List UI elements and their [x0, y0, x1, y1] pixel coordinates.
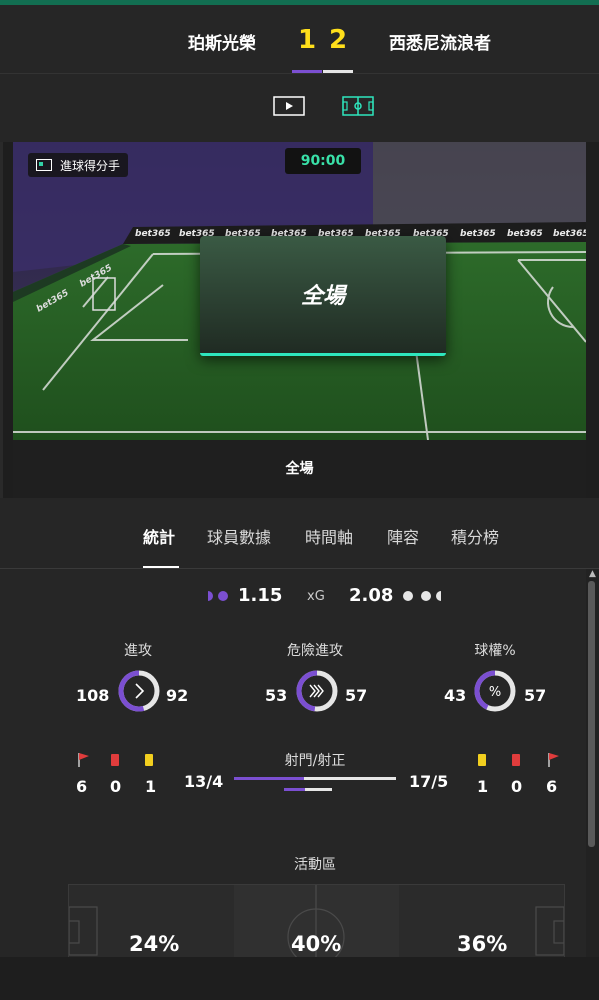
tab-lineup[interactable]: 陣容 — [387, 524, 419, 548]
xg-home-dot-partial — [208, 591, 213, 601]
overlay-title: 全場 — [300, 284, 345, 309]
attacks-away: 92 — [166, 686, 189, 705]
shots-home: 13/4 — [184, 772, 224, 791]
shots-label: 射門/射正 — [284, 753, 346, 769]
dangerous-attacks-away: 57 — [345, 686, 368, 705]
away-team-name[interactable]: 西悉尼流浪者 — [389, 29, 491, 54]
board-ad: bet365 — [553, 229, 586, 239]
media-toggle-bar — [0, 74, 599, 142]
home-red-cards: 0 — [110, 777, 122, 796]
goalscorer-icon — [36, 159, 52, 171]
xg-home: 1.15 — [238, 585, 283, 606]
activity-middle-pct: 40% — [291, 932, 342, 956]
overlay-accent — [200, 353, 446, 356]
shots-on-target-home-fill — [284, 788, 306, 791]
tab-timeline[interactable]: 時間軸 — [305, 524, 353, 548]
activity-home-pct: 24% — [129, 932, 180, 956]
activity-away-pct: 36% — [457, 932, 508, 956]
red-card-icon — [111, 754, 119, 766]
scrollbar-thumb[interactable] — [588, 581, 595, 847]
dangerous-attacks-ring — [296, 670, 338, 712]
corner-flag-icon — [78, 753, 89, 767]
video-play-icon[interactable] — [273, 96, 305, 116]
xg-away: 2.08 — [349, 585, 394, 606]
xg-away-dot-partial — [436, 591, 441, 601]
away-red-cards: 0 — [511, 777, 523, 796]
board-ad: bet365 — [507, 229, 543, 239]
home-team-name[interactable]: 珀斯光榮 — [188, 29, 256, 54]
dangerous-attacks-home: 53 — [265, 686, 288, 705]
status-caption: 全場 — [13, 440, 586, 498]
home-score: 1 — [298, 25, 317, 55]
stats-scrollbar[interactable]: ▲ — [586, 569, 599, 957]
scoreboard-header: 珀斯光榮 1 2 西悉尼流浪者 — [0, 5, 599, 73]
dangerous-attacks-label: 危險進攻 — [287, 643, 343, 659]
triple-chevron-icon — [309, 684, 324, 698]
home-yellow-cards: 1 — [145, 777, 157, 796]
shots-on-target-bar — [284, 788, 332, 791]
possession-label: 球權% — [474, 643, 516, 659]
attacks-label: 進攻 — [124, 643, 152, 659]
home-corners: 6 — [76, 777, 88, 796]
bottom-strip — [0, 957, 599, 1000]
possession-ring: % — [474, 670, 516, 712]
xg-away-dot — [403, 591, 413, 601]
xg-away-dot — [421, 591, 431, 601]
tab-standings[interactable]: 積分榜 — [451, 524, 499, 548]
status-overlay-card: 全場 — [200, 236, 446, 356]
away-corners: 6 — [546, 777, 558, 796]
tab-stats[interactable]: 統計 — [143, 524, 175, 548]
board-ad: bet365 — [135, 229, 171, 239]
away-score: 2 — [329, 25, 348, 55]
activity-zone-label: 活動區 — [294, 857, 336, 873]
activity-zone-pitch: 24% 40% 36% — [68, 884, 565, 957]
shots-total-home-fill — [234, 777, 304, 780]
chevron-right-icon — [135, 683, 145, 699]
stats-panel: 1.15 xG 2.08 進攻 108 92 危險進攻 53 57 球權% 43… — [0, 569, 586, 957]
possession-home: 43 — [444, 686, 467, 705]
corner-flag-icon — [548, 753, 559, 767]
away-yellow-cards: 1 — [477, 777, 489, 796]
match-clock: 90:00 — [285, 148, 361, 174]
percent-icon: % — [489, 685, 501, 700]
scroll-up-icon[interactable]: ▲ — [587, 569, 598, 579]
xg-home-dot — [218, 591, 228, 601]
yellow-card-icon — [145, 754, 153, 766]
board-ad: bet365 — [460, 229, 496, 239]
tab-player-data[interactable]: 球員數據 — [207, 524, 271, 548]
event-label-pill: 進球得分手 — [28, 153, 129, 177]
event-label: 進球得分手 — [60, 158, 121, 173]
attacks-ring — [118, 670, 160, 712]
yellow-card-icon — [478, 754, 486, 766]
xg-label: xG — [307, 589, 325, 604]
shots-away: 17/5 — [409, 772, 449, 791]
red-card-icon — [512, 754, 520, 766]
pitch-tracker-icon[interactable] — [342, 96, 374, 116]
possession-away: 57 — [524, 686, 547, 705]
shots-total-bar — [234, 777, 396, 780]
attacks-home: 108 — [76, 686, 110, 705]
stats-tab-bar: 統計 球員數據 時間軸 陣容 積分榜 — [0, 498, 599, 569]
